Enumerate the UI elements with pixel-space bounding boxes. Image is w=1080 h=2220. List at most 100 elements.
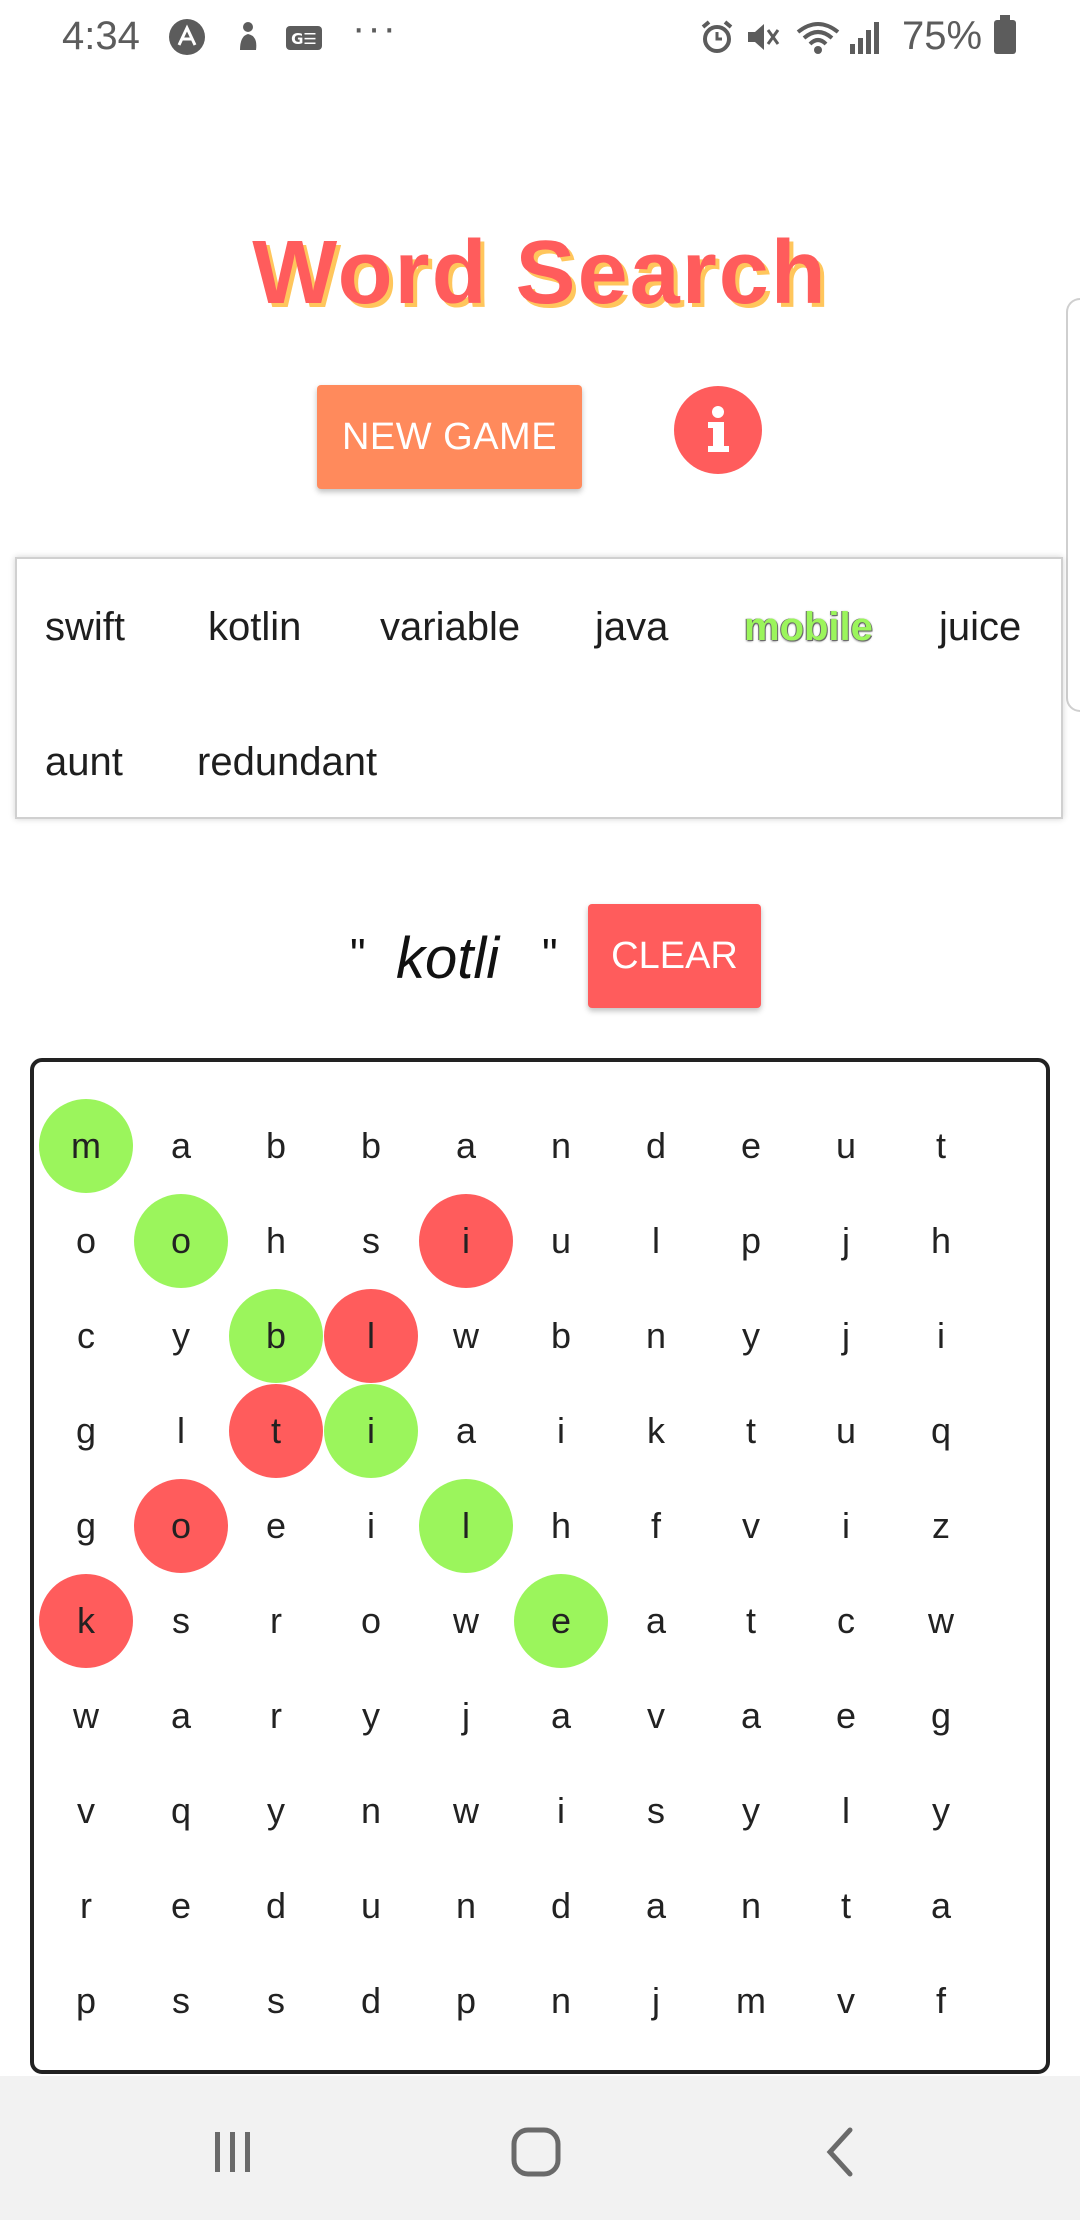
grid-cell[interactable]: l	[134, 1384, 228, 1478]
grid-cell[interactable]: e	[134, 1859, 228, 1953]
grid-cell[interactable]: d	[609, 1099, 703, 1193]
grid-cell[interactable]: r	[229, 1669, 323, 1763]
grid-cell[interactable]: a	[894, 1859, 988, 1953]
grid-cell[interactable]: g	[894, 1669, 988, 1763]
grid-cell[interactable]: v	[39, 1764, 133, 1858]
grid-cell[interactable]: t	[229, 1384, 323, 1478]
grid-cell[interactable]: n	[609, 1289, 703, 1383]
grid-cell[interactable]: h	[514, 1479, 608, 1573]
grid-cell[interactable]: y	[894, 1764, 988, 1858]
grid-cell[interactable]: t	[704, 1384, 798, 1478]
grid-cell[interactable]: n	[419, 1859, 513, 1953]
grid-cell[interactable]: s	[134, 1954, 228, 2048]
grid-cell[interactable]: l	[324, 1289, 418, 1383]
grid-cell[interactable]: t	[704, 1574, 798, 1668]
grid-cell[interactable]: s	[324, 1194, 418, 1288]
grid-cell[interactable]: s	[609, 1764, 703, 1858]
grid-cell[interactable]: y	[134, 1289, 228, 1383]
grid-cell[interactable]: e	[514, 1574, 608, 1668]
grid-cell[interactable]: s	[229, 1954, 323, 2048]
grid-cell[interactable]: l	[419, 1479, 513, 1573]
grid-cell[interactable]: j	[419, 1669, 513, 1763]
grid-cell[interactable]: h	[229, 1194, 323, 1288]
grid-cell[interactable]: b	[229, 1099, 323, 1193]
grid-cell[interactable]: q	[894, 1384, 988, 1478]
grid-cell[interactable]: g	[39, 1479, 133, 1573]
grid-cell[interactable]: o	[134, 1194, 228, 1288]
grid-cell[interactable]: v	[799, 1954, 893, 2048]
grid-cell[interactable]: l	[609, 1194, 703, 1288]
grid-cell[interactable]: p	[39, 1954, 133, 2048]
recent-apps-button[interactable]	[203, 2124, 263, 2180]
grid-cell[interactable]: r	[229, 1574, 323, 1668]
side-panel-handle[interactable]	[1066, 298, 1080, 712]
grid-cell[interactable]: g	[39, 1384, 133, 1478]
clear-button[interactable]: CLEAR	[588, 904, 761, 1008]
info-button[interactable]	[674, 386, 762, 474]
grid-cell[interactable]: k	[39, 1574, 133, 1668]
grid-cell[interactable]: y	[704, 1764, 798, 1858]
grid-cell[interactable]: i	[514, 1384, 608, 1478]
grid-cell[interactable]: w	[419, 1289, 513, 1383]
grid-cell[interactable]: o	[134, 1479, 228, 1573]
grid-cell[interactable]: a	[419, 1384, 513, 1478]
grid-cell[interactable]: p	[419, 1954, 513, 2048]
grid-cell[interactable]: w	[419, 1574, 513, 1668]
grid-cell[interactable]: e	[704, 1099, 798, 1193]
grid-cell[interactable]: h	[894, 1194, 988, 1288]
grid-cell[interactable]: s	[134, 1574, 228, 1668]
grid-cell[interactable]: j	[799, 1194, 893, 1288]
grid-cell[interactable]: c	[39, 1289, 133, 1383]
grid-cell[interactable]: u	[514, 1194, 608, 1288]
grid-cell[interactable]: b	[324, 1099, 418, 1193]
grid-cell[interactable]: j	[609, 1954, 703, 2048]
grid-cell[interactable]: p	[704, 1194, 798, 1288]
grid-cell[interactable]: i	[324, 1479, 418, 1573]
grid-cell[interactable]: v	[609, 1669, 703, 1763]
grid-cell[interactable]: f	[894, 1954, 988, 2048]
grid-cell[interactable]: w	[419, 1764, 513, 1858]
grid-cell[interactable]: a	[609, 1859, 703, 1953]
grid-cell[interactable]: n	[514, 1954, 608, 2048]
grid-cell[interactable]: i	[799, 1479, 893, 1573]
grid-cell[interactable]: c	[799, 1574, 893, 1668]
grid-cell[interactable]: y	[229, 1764, 323, 1858]
grid-cell[interactable]: a	[609, 1574, 703, 1668]
grid-cell[interactable]: n	[704, 1859, 798, 1953]
grid-cell[interactable]: t	[799, 1859, 893, 1953]
grid-cell[interactable]: d	[324, 1954, 418, 2048]
grid-cell[interactable]: o	[324, 1574, 418, 1668]
grid-cell[interactable]: m	[39, 1099, 133, 1193]
grid-cell[interactable]: a	[134, 1099, 228, 1193]
grid-cell[interactable]: u	[324, 1859, 418, 1953]
grid-cell[interactable]: e	[229, 1479, 323, 1573]
grid-cell[interactable]: b	[514, 1289, 608, 1383]
grid-cell[interactable]: m	[704, 1954, 798, 2048]
back-button[interactable]	[810, 2124, 870, 2180]
grid-cell[interactable]: u	[799, 1384, 893, 1478]
grid-cell[interactable]: d	[229, 1859, 323, 1953]
grid-cell[interactable]: y	[704, 1289, 798, 1383]
grid-cell[interactable]: a	[704, 1669, 798, 1763]
grid-cell[interactable]: f	[609, 1479, 703, 1573]
grid-cell[interactable]: w	[894, 1574, 988, 1668]
grid-cell[interactable]: z	[894, 1479, 988, 1573]
grid-cell[interactable]: i	[419, 1194, 513, 1288]
grid-cell[interactable]: i	[514, 1764, 608, 1858]
grid-cell[interactable]: w	[39, 1669, 133, 1763]
new-game-button[interactable]: NEW GAME	[317, 385, 582, 489]
grid-cell[interactable]: n	[514, 1099, 608, 1193]
grid-cell[interactable]: y	[324, 1669, 418, 1763]
grid-cell[interactable]: n	[324, 1764, 418, 1858]
home-button[interactable]	[506, 2124, 566, 2180]
grid-cell[interactable]: t	[894, 1099, 988, 1193]
grid-cell[interactable]: l	[799, 1764, 893, 1858]
grid-cell[interactable]: d	[514, 1859, 608, 1953]
grid-cell[interactable]: i	[324, 1384, 418, 1478]
grid-cell[interactable]: a	[419, 1099, 513, 1193]
grid-cell[interactable]: u	[799, 1099, 893, 1193]
grid-cell[interactable]: e	[799, 1669, 893, 1763]
grid-cell[interactable]: j	[799, 1289, 893, 1383]
grid-cell[interactable]: b	[229, 1289, 323, 1383]
grid-cell[interactable]: i	[894, 1289, 988, 1383]
